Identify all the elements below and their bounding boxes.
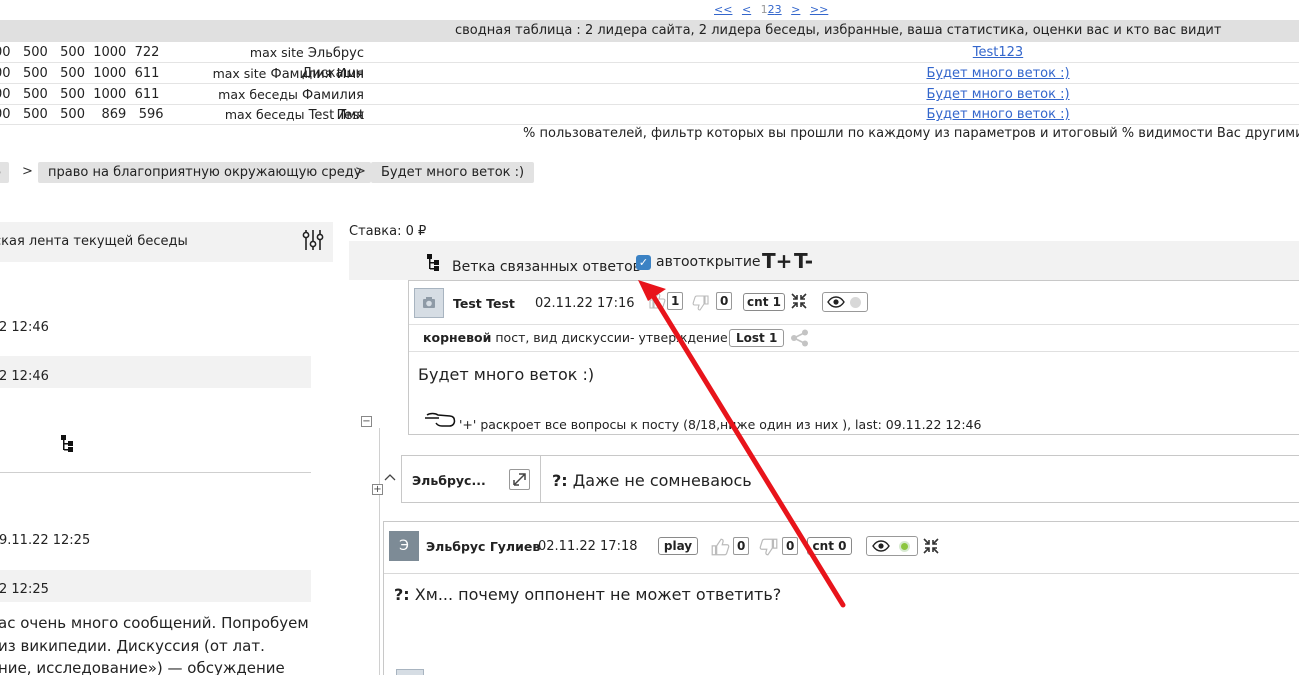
- pager-prev[interactable]: <: [742, 3, 751, 16]
- play-button[interactable]: play: [658, 537, 698, 555]
- visibility-toggle[interactable]: [822, 292, 868, 312]
- post-body: ?: Хм... почему оппонент не может ответи…: [394, 585, 782, 604]
- pager-page-2[interactable]: 2: [768, 3, 775, 16]
- feed-header: ская лента текущей беседы: [0, 222, 333, 262]
- row-branch-link[interactable]: Будет много веток :): [860, 85, 1136, 105]
- pager-next[interactable]: >: [791, 3, 800, 16]
- thumbs-up-icon[interactable]: [648, 292, 666, 310]
- collapse-arrows-icon[interactable]: [922, 537, 940, 555]
- table-row: 00 500 500 869 596 max беседы Test Test …: [0, 105, 1299, 125]
- post-body: Будет много веток :): [418, 365, 595, 384]
- row-branch-link[interactable]: Будет много веток :): [860, 105, 1136, 125]
- thumbs-down-icon[interactable]: [692, 294, 710, 312]
- pager: << < 123 > >>: [714, 3, 834, 16]
- reply-author[interactable]: Эльбрус...: [412, 473, 486, 488]
- post-author[interactable]: Эльбрус Гулиев: [426, 539, 540, 554]
- feed-title: ская лента текущей беседы: [0, 234, 188, 249]
- avatar-partial: [396, 669, 424, 675]
- tree-line: [379, 428, 380, 675]
- summary-header: сводная таблица : 2 лидера сайта, 2 лиде…: [0, 20, 1299, 42]
- post-date: 02.11.22 17:16: [535, 296, 635, 311]
- row-kind: max беседы Test Test: [224, 107, 364, 123]
- post-date: 02.11.22 17:18: [538, 539, 638, 554]
- table-row: 00 500 500 1000 611 max site Фамилия Имя…: [0, 64, 1299, 84]
- breadcrumb-item[interactable]: право на благоприятную окружающую среду: [38, 162, 372, 183]
- post-author[interactable]: Test Test: [453, 296, 515, 311]
- post-meta: корневой пост, вид дискуссии- утверждени…: [423, 330, 728, 345]
- breadcrumb-separator: >: [355, 164, 366, 179]
- summary-title: сводная таблица : 2 лидера сайта, 2 лиде…: [455, 23, 1222, 38]
- table-row: 00 500 500 1000 611 max беседы Фамилия И…: [0, 85, 1299, 123]
- avatar[interactable]: [414, 288, 444, 318]
- breadcrumb-item[interactable]: Будет много веток :): [371, 162, 535, 183]
- reply-card: [401, 455, 1299, 503]
- row-values: 00 500 500 1000 722: [0, 45, 160, 60]
- percent-note: % пользователей, фильтр которых вы прошл…: [523, 126, 1299, 141]
- lost-button[interactable]: Lost 1: [729, 329, 785, 347]
- reply-divider: [540, 455, 541, 503]
- row-kind: max site Фамилия Имя: [212, 66, 364, 82]
- feed-text-line: из википедии. Дискуссия (от лат.: [0, 637, 265, 655]
- row-values: 00 500 500 1000 611: [0, 87, 160, 102]
- status-dot: [899, 541, 910, 552]
- row-values: 00 500 500 869 596: [0, 107, 164, 122]
- feed-text-line: ас очень много сообщений. Попробуем: [0, 614, 309, 632]
- bet-label: Ставка: 0 ₽: [349, 224, 427, 239]
- feed-divider: [0, 472, 311, 473]
- thumbs-down-icon[interactable]: [759, 537, 779, 557]
- breadcrumb-separator: >: [22, 164, 33, 179]
- pager-current: 1: [760, 3, 768, 16]
- collapse-toggle[interactable]: −: [361, 416, 372, 427]
- pager-page-3[interactable]: 3: [775, 3, 782, 16]
- likes-count: 0: [733, 537, 750, 555]
- feed-text-line: ние, исследование») — обсуждение: [0, 659, 285, 675]
- collapse-arrows-icon[interactable]: [790, 292, 808, 310]
- cnt-button[interactable]: cnt 1: [743, 293, 785, 311]
- likes-count: 1: [667, 292, 684, 310]
- breadcrumb-item[interactable]: о: [0, 162, 9, 183]
- feed-time: 2 12:46: [0, 320, 49, 335]
- expand-hint: '+' раскроет все вопросы к посту (8/18,н…: [459, 417, 982, 432]
- pointing-hand-icon: [424, 410, 456, 430]
- row-branch-link[interactable]: Test123: [860, 43, 1136, 63]
- status-dot: [850, 297, 861, 308]
- thumbs-up-icon[interactable]: [710, 537, 730, 557]
- tree-icon[interactable]: [427, 254, 441, 272]
- reply-text: ?: Даже не сомневаюсь: [552, 471, 752, 490]
- autoopen-checkbox[interactable]: ✓: [636, 255, 651, 270]
- dislikes-count: 0: [716, 292, 733, 310]
- feed-time: 9.11.22 12:25: [0, 533, 91, 548]
- share-icon[interactable]: [790, 329, 810, 347]
- open-reply-icon[interactable]: [509, 469, 530, 490]
- row-values: 00 500 500 1000 611: [0, 66, 160, 81]
- row-branch-link[interactable]: Будет много веток :): [860, 64, 1136, 84]
- feed-time: 2 12:46: [0, 369, 49, 384]
- filter-settings-icon[interactable]: [302, 228, 324, 252]
- font-increase-button[interactable]: T+: [762, 249, 792, 273]
- pager-first[interactable]: <<: [714, 3, 732, 16]
- font-decrease-button[interactable]: T-: [794, 249, 813, 273]
- chevron-up-icon[interactable]: [384, 471, 396, 485]
- avatar[interactable]: Э: [389, 531, 419, 561]
- expand-toggle[interactable]: +: [372, 484, 383, 495]
- dislikes-count: 0: [782, 537, 799, 555]
- tree-icon[interactable]: [61, 435, 75, 453]
- pager-last[interactable]: >>: [810, 3, 828, 16]
- feed-time: 2 12:25: [0, 582, 49, 597]
- cnt-button[interactable]: cnt 0: [807, 537, 852, 555]
- table-row: 00 500 500 1000 722 max site Эльбрус Дис…: [0, 43, 1299, 81]
- autoopen-label: автооткрытие: [656, 254, 761, 270]
- visibility-toggle[interactable]: [866, 536, 918, 556]
- branch-title: Ветка связанных ответов: [452, 259, 641, 275]
